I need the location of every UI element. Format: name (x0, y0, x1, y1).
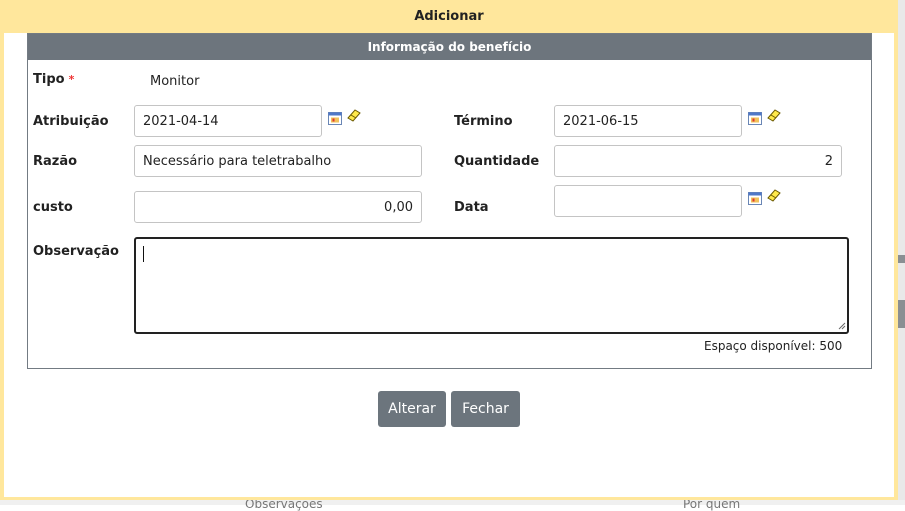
observacao-textarea[interactable] (134, 237, 849, 334)
section-header: Informação do benefício (28, 34, 871, 60)
add-dialog: Adicionar Informação do benefício Tipo * … (0, 0, 898, 500)
data-date-input[interactable] (554, 185, 742, 217)
eraser-icon[interactable] (767, 188, 781, 202)
razao-label: Razão (33, 154, 78, 169)
background-page-footer (0, 500, 905, 505)
calendar-icon[interactable] (748, 191, 762, 205)
dialog-title: Adicionar (414, 9, 484, 24)
background-page-mark (898, 255, 905, 263)
razao-input[interactable] (134, 145, 422, 177)
eraser-icon[interactable] (347, 108, 361, 122)
data-label: Data (454, 200, 489, 215)
termino-date-input[interactable] (554, 105, 742, 137)
resize-grip-icon[interactable] (838, 322, 846, 330)
text-caret (143, 246, 144, 262)
background-page-mark (898, 300, 905, 328)
calendar-icon[interactable] (748, 111, 762, 125)
custo-input[interactable] (134, 191, 422, 223)
eraser-icon[interactable] (767, 108, 781, 122)
termino-label: Término (454, 114, 513, 129)
quantidade-input[interactable] (554, 145, 842, 177)
quantidade-label: Quantidade (454, 154, 540, 169)
benefit-info-panel: Informação do benefício Tipo * Monitor At… (27, 33, 872, 369)
background-page-edge (898, 0, 905, 505)
tipo-value: Monitor (150, 74, 200, 89)
observacao-label: Observação (33, 244, 119, 259)
atribuicao-label: Atribuição (33, 114, 109, 129)
tipo-label: Tipo * (33, 72, 75, 87)
required-mark: * (68, 73, 75, 86)
fechar-button[interactable]: Fechar (451, 391, 520, 427)
dialog-body: Informação do benefício Tipo * Monitor At… (4, 33, 894, 497)
custo-label: custo (33, 200, 73, 215)
calendar-icon[interactable] (328, 111, 342, 125)
atribuicao-date-input[interactable] (134, 105, 322, 137)
remaining-chars-text: Espaço disponível: 500 (704, 339, 843, 353)
alterar-button[interactable]: Alterar (378, 391, 446, 427)
